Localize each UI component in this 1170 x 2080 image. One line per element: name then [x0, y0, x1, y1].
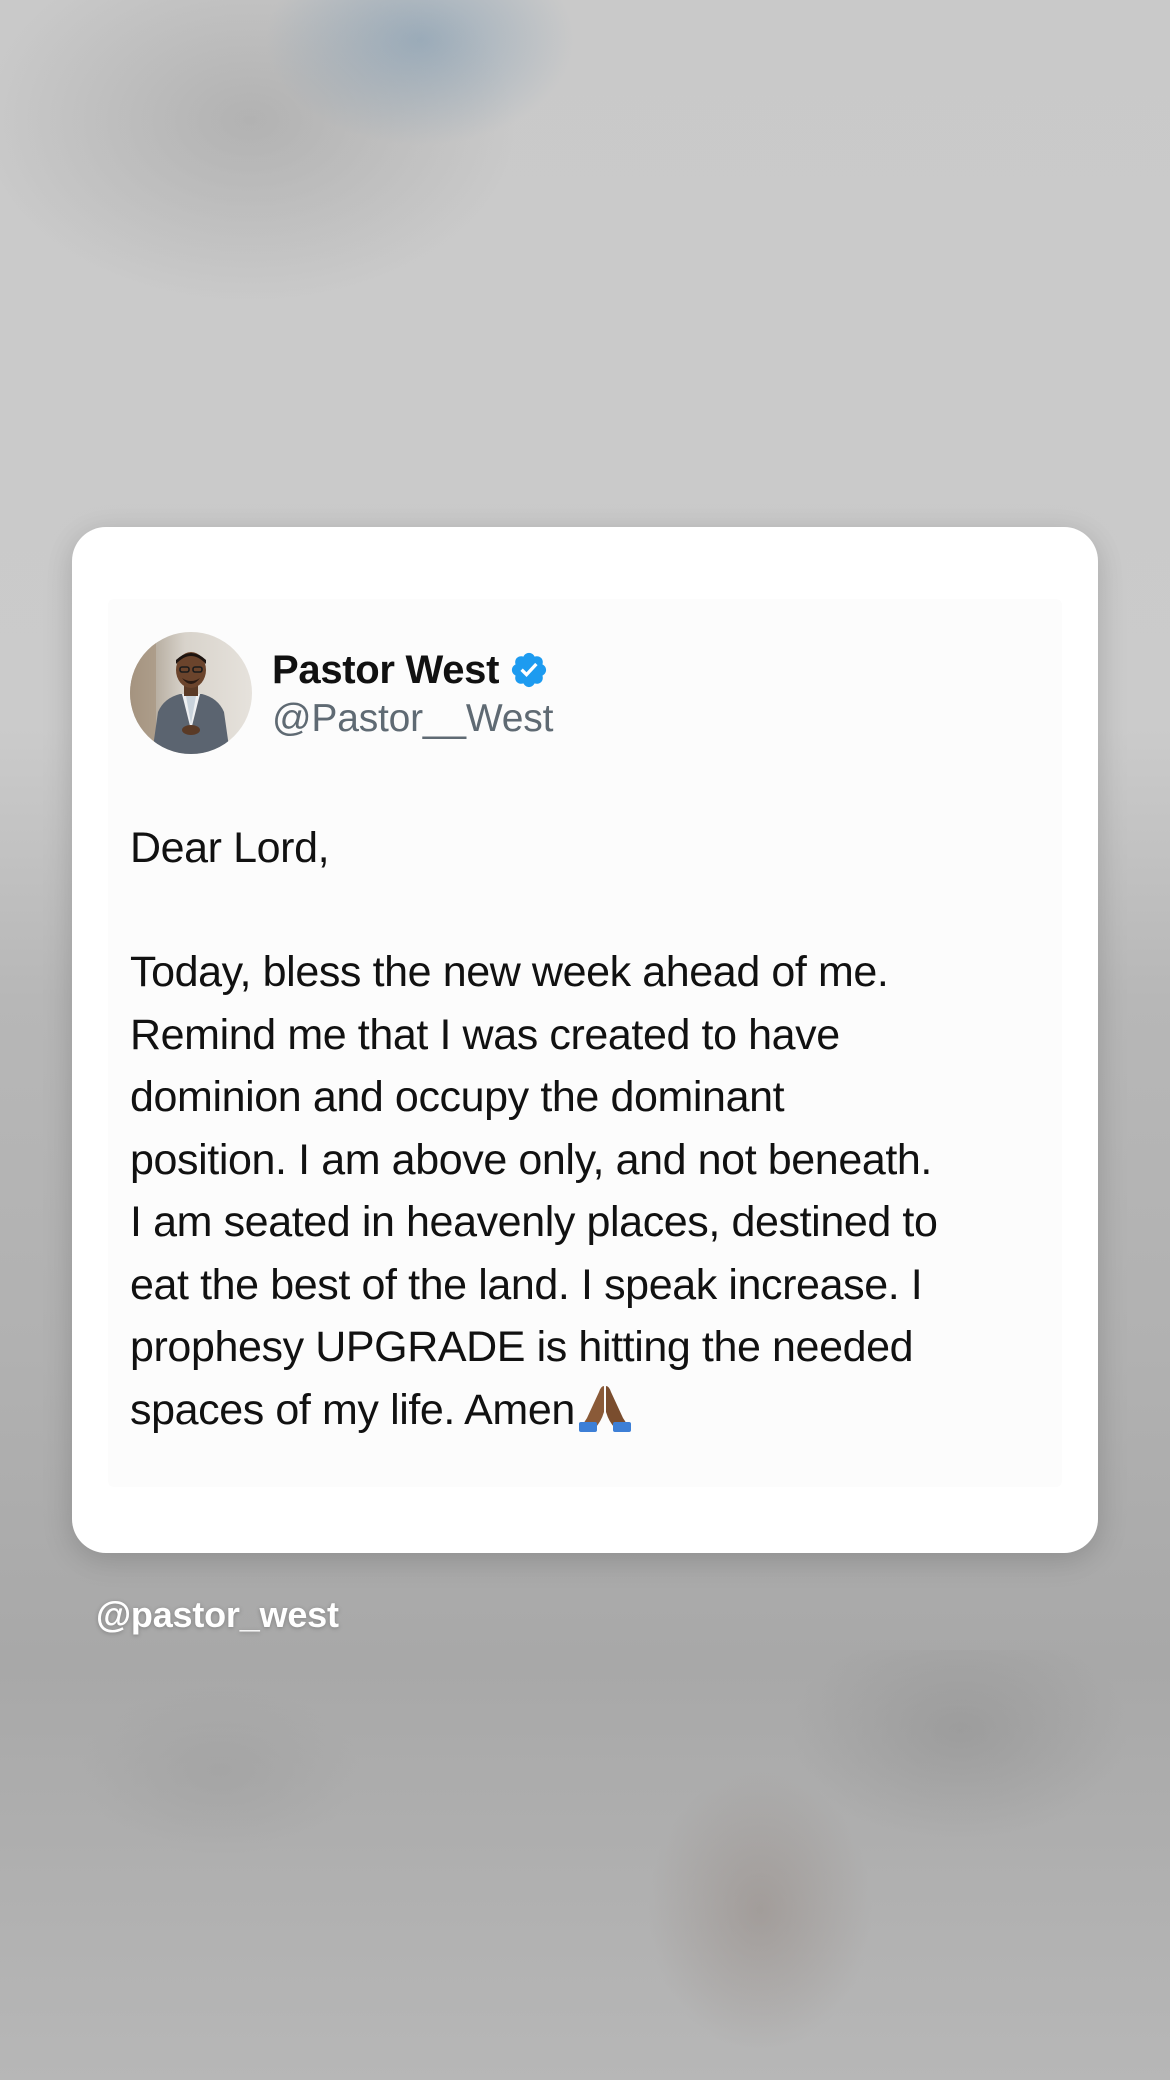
line-spacer — [130, 879, 1050, 941]
tweet-line-text: spaces of my life. Amen — [130, 1385, 575, 1434]
tweet-line: I am seated in heavenly places, destined… — [130, 1198, 938, 1246]
tweet-line: prophesy UPGRADE is hitting the needed — [130, 1323, 914, 1371]
tweet-card[interactable]: Pastor West @Pastor__West Dear Lord, Tod — [72, 527, 1098, 1553]
verified-badge-icon — [509, 650, 549, 690]
tweet-greeting: Dear Lord, — [130, 824, 330, 872]
tweet-text: Dear Lord, Today, bless the new week ahe… — [130, 817, 1050, 1441]
author-names: Pastor West @Pastor__West — [272, 645, 553, 741]
handle[interactable]: @Pastor__West — [272, 697, 553, 741]
tweet-screenshot: Pastor West @Pastor__West Dear Lord, Tod — [108, 599, 1062, 1487]
tweet-line: Remind me that I was created to have — [130, 1010, 840, 1059]
tweet-last-line: spaces of my life. Amen — [130, 1379, 1050, 1442]
tweet-header: Pastor West @Pastor__West — [130, 631, 553, 755]
folded-hands-icon — [577, 1382, 633, 1432]
display-name[interactable]: Pastor West — [272, 648, 499, 693]
name-row: Pastor West — [272, 645, 553, 695]
author-credit[interactable]: @pastor_west — [96, 1594, 339, 1636]
tweet-line: eat the best of the land. I speak increa… — [130, 1260, 923, 1309]
tweet-line: position. I am above only, and not benea… — [130, 1135, 932, 1184]
tweet-line: dominion and occupy the dominant — [130, 1073, 785, 1121]
story-screen: Pastor West @Pastor__West Dear Lord, Tod — [0, 0, 1170, 2080]
avatar[interactable] — [130, 632, 252, 754]
tweet-line: Today, bless the new week ahead of me. — [130, 948, 889, 996]
